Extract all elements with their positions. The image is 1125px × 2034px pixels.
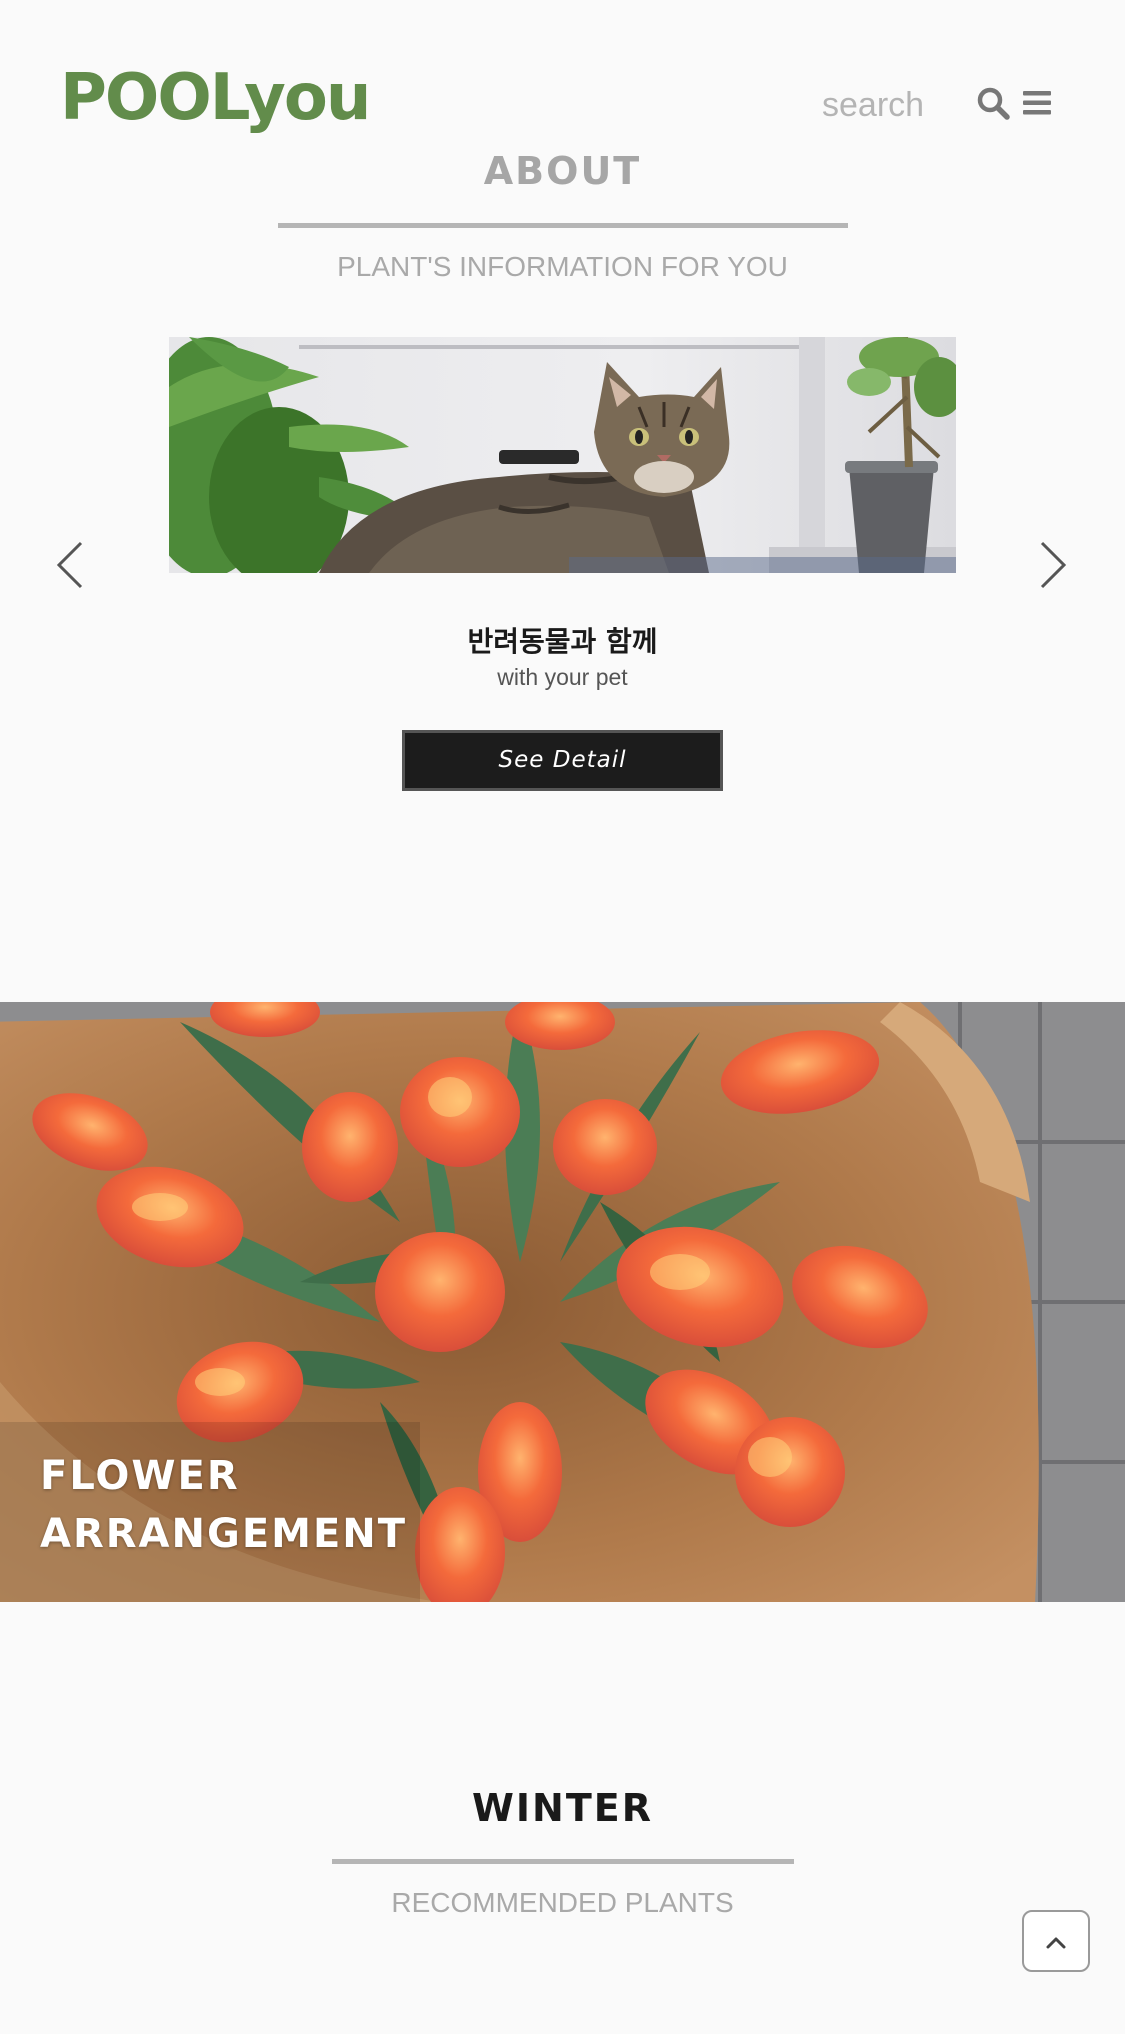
- chevron-up-icon: [1046, 1937, 1066, 1949]
- winter-subtitle: RECOMMENDED PLANTS: [391, 1887, 734, 1918]
- logo[interactable]: POOLyou: [60, 66, 371, 130]
- banner-label: FLOWER ARRANGEMENT: [40, 1447, 540, 1563]
- hamburger-menu-icon[interactable]: [1022, 88, 1052, 118]
- banner-label-line1: FLOWER: [40, 1453, 240, 1499]
- scroll-to-top-button[interactable]: [1022, 1910, 1090, 1972]
- about-subtitle: PLANT'S INFORMATION FOR YOU: [337, 251, 788, 282]
- winter-divider: [332, 1859, 794, 1864]
- chevron-right-icon[interactable]: [1038, 540, 1068, 590]
- about-divider: [278, 223, 848, 228]
- chevron-left-icon[interactable]: [55, 540, 85, 590]
- slide-title: 반려동물과 함께: [467, 625, 658, 658]
- about-title: ABOUT: [483, 149, 642, 193]
- page: POOLyou ABOUT PLANT'S INFORMATION FOR YO…: [0, 0, 1125, 2034]
- banner-label-line2: ARRANGEMENT: [40, 1511, 408, 1557]
- slide-subtitle: with your pet: [497, 664, 628, 690]
- see-detail-button[interactable]: See Detail: [402, 730, 723, 791]
- cat-with-plants-photo[interactable]: [169, 337, 956, 573]
- search-icon[interactable]: [976, 86, 1010, 120]
- winter-title: WINTER: [472, 1786, 653, 1830]
- search-input[interactable]: [822, 80, 934, 130]
